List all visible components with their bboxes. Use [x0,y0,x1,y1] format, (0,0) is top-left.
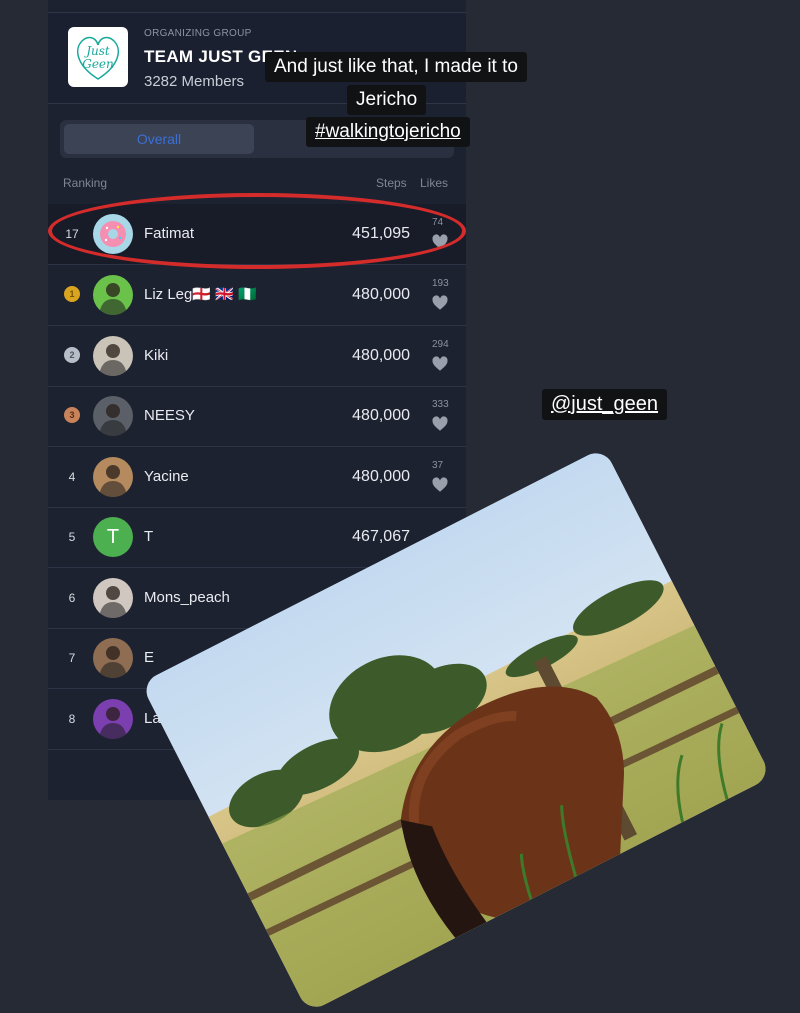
silver-medal-icon: 2 [64,346,80,363]
hashtag-sticker[interactable]: #walkingtojericho [306,117,470,147]
logo-text-1: Just [83,44,110,58]
rank-number: 8 [68,711,76,726]
like-count: 193 [432,278,449,289]
steps-header: Steps [376,176,407,190]
avatar[interactable] [93,698,133,739]
logo-text-2: Geen [82,57,114,71]
gold-medal-icon: 1 [64,286,80,302]
like-count: 37 [432,459,444,471]
mention-text: @just_geen [551,393,659,415]
ranking-row[interactable]: 1 Liz Leg🏴󠁧󠁢󠁥󠁮󠁧󠁿 🇬🇧 🇳🇬 480,000 193 [48,265,466,326]
avatar[interactable] [93,335,133,376]
group-label: ORGANIZING GROUP [144,28,252,39]
group-logo: Just Geen [68,27,128,87]
ranking-row[interactable]: 4 Yacine 480,000 37 [48,447,466,508]
participant-name: Yacine [144,467,189,485]
heart-icon[interactable] [431,415,449,433]
participant-name: Kiki [144,346,169,364]
avatar[interactable]: T [93,517,133,557]
heart-icon[interactable] [431,294,449,312]
caption-line-2[interactable]: Jericho [347,85,427,115]
mention-sticker[interactable]: @just_geen [542,389,668,420]
story-screen: Just Geen ORGANIZING GROUP TEAM JUST GEE… [0,0,800,1013]
likes-header: Likes [420,176,449,190]
member-count: 3282 Members [144,73,245,90]
red-highlight-circle [48,193,466,269]
heart-icon[interactable] [431,476,449,494]
tab-overall[interactable]: Overall [64,124,254,154]
participant-name: NEESY [144,407,195,424]
like-count: 333 [432,399,449,410]
avatar[interactable] [93,396,133,436]
avatar[interactable] [93,577,133,618]
step-count: 480,000 [352,286,410,303]
rank-number: 6 [68,590,76,605]
participant-name: Mons_peach [144,588,230,606]
ranking-row[interactable]: 2 Kiki 480,000 294 [48,326,466,387]
ranking-header: Ranking [63,176,108,190]
rank-number: 5 [68,530,76,544]
avatar[interactable] [93,456,133,497]
rank-number: 7 [68,651,76,665]
step-count: 480,000 [352,407,410,424]
step-count: 480,000 [352,467,410,485]
participant-name: T [144,528,154,545]
participant-name: Liz Leg🏴󠁧󠁢󠁥󠁮󠁧󠁿 🇬🇧 🇳🇬 [144,286,257,303]
heart-icon[interactable] [431,355,449,373]
ranking-row[interactable]: 3 NEESY 480,000 333 [48,386,466,447]
rank-number: 4 [68,469,76,484]
step-count: 480,000 [352,346,410,364]
bronze-medal-icon: 3 [64,407,80,423]
avatar[interactable] [93,275,133,315]
avatar[interactable] [93,638,133,678]
like-count: 294 [432,338,449,350]
caption-line-1[interactable]: And just like that, I made it to [265,52,527,82]
